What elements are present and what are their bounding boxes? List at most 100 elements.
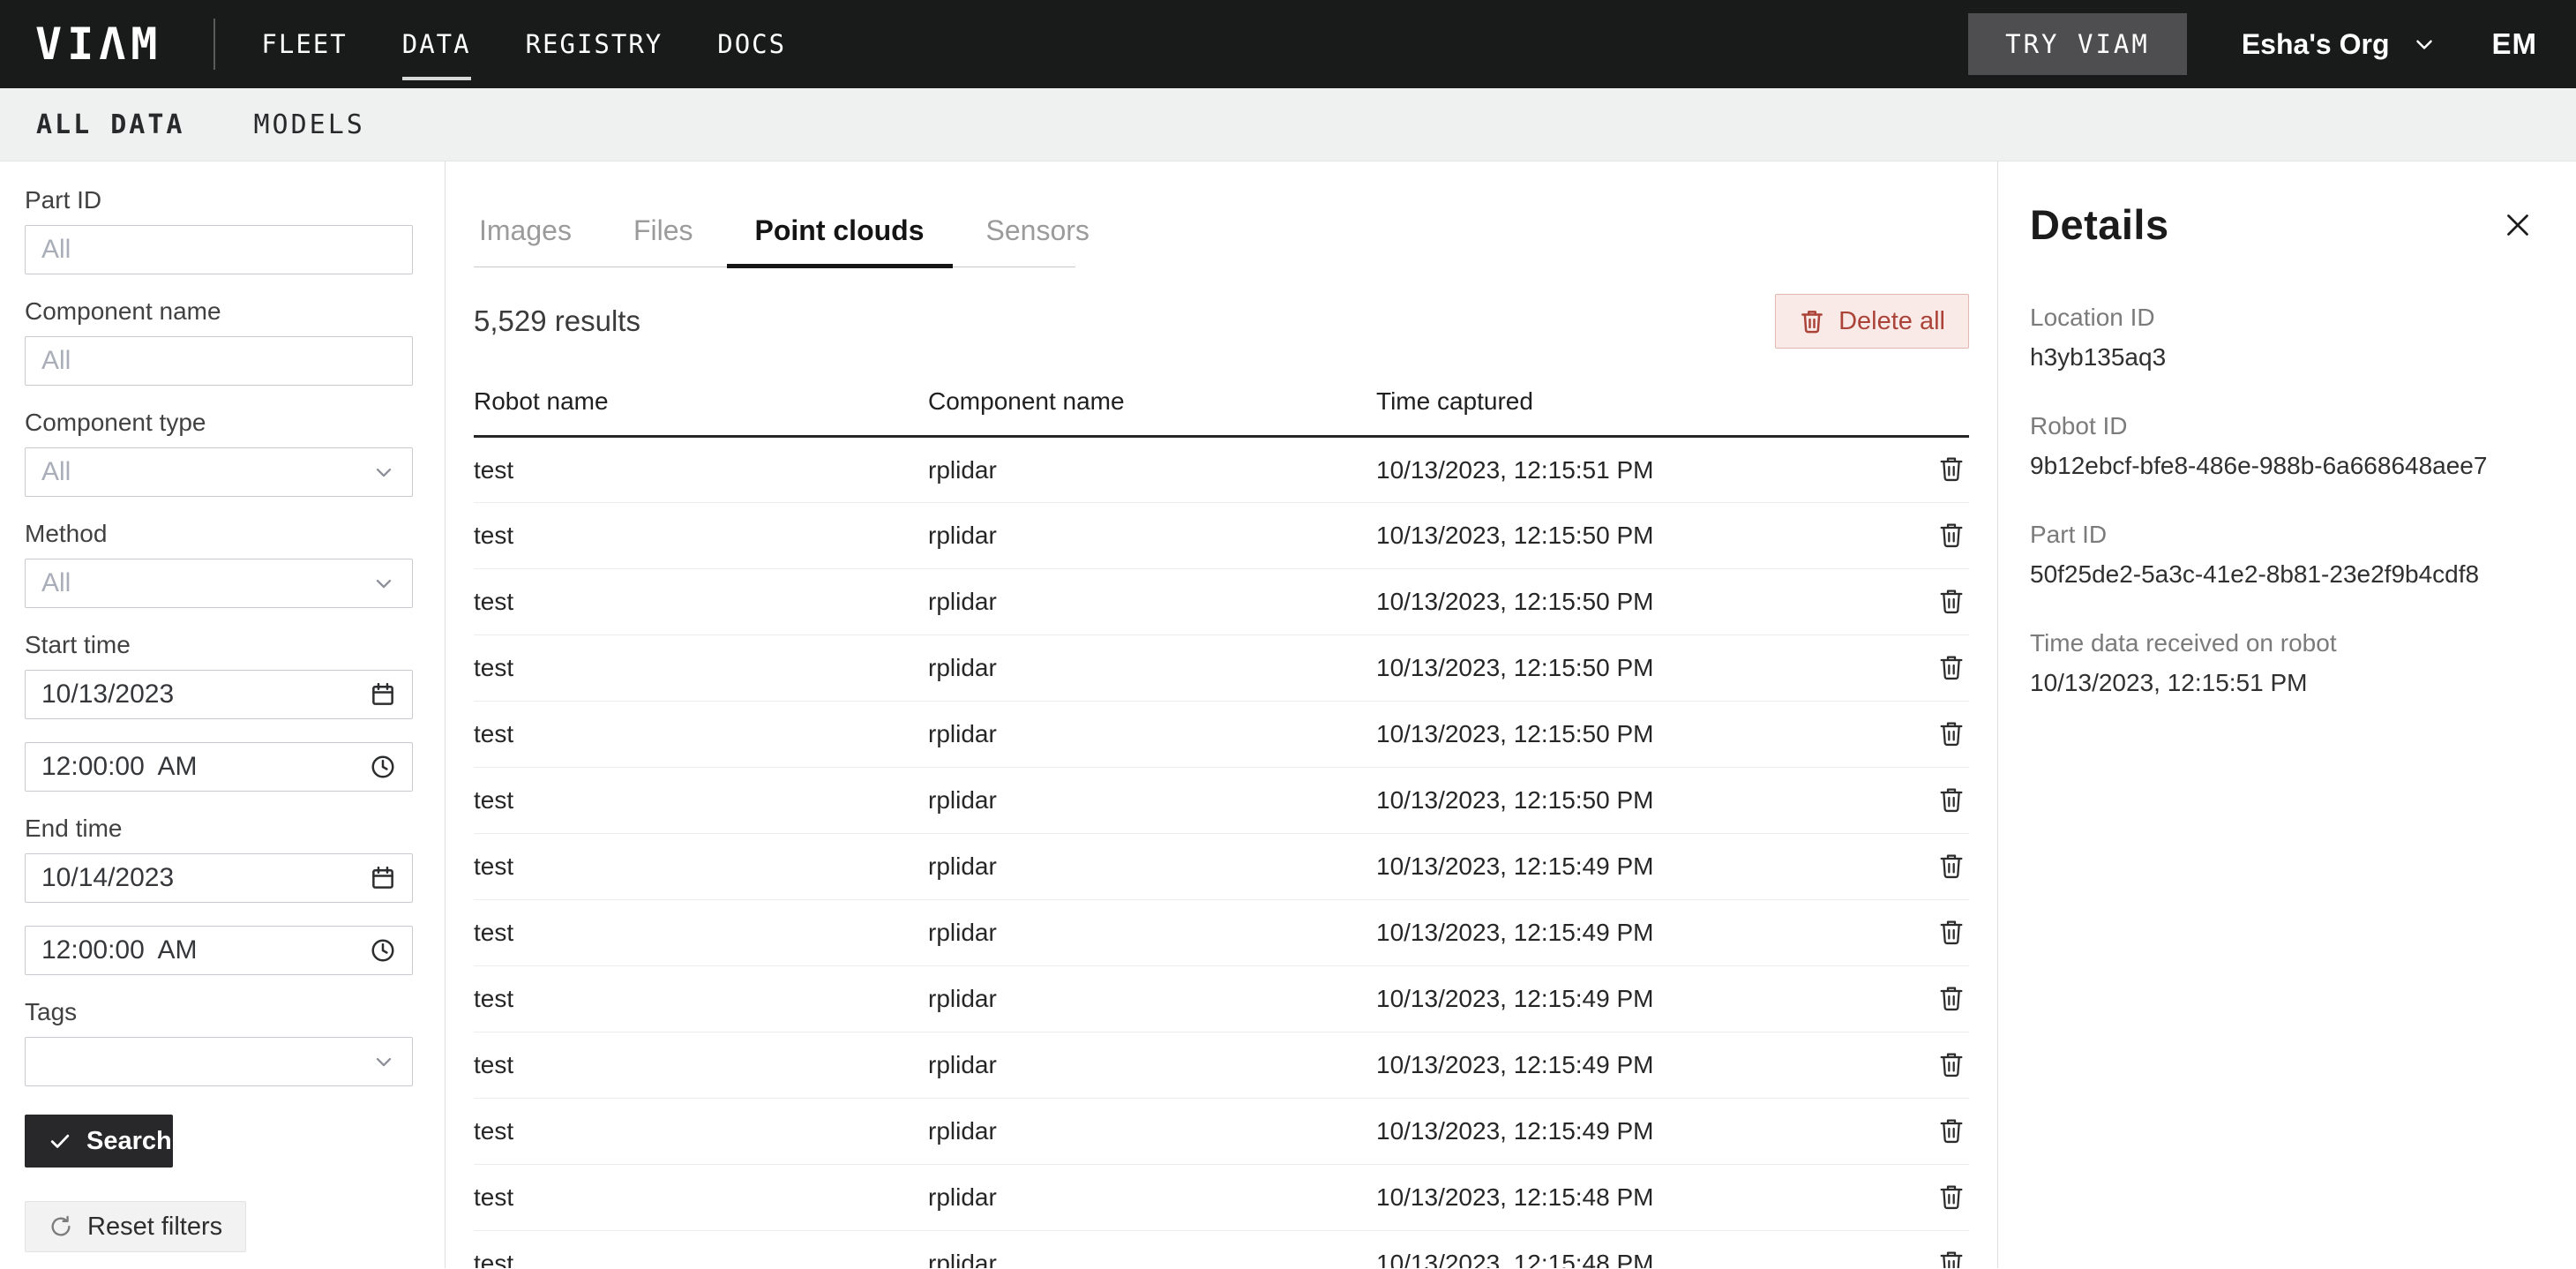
subnav-tab-all-data[interactable]: ALL DATA <box>36 109 185 140</box>
start-date-input[interactable]: 10/13/2023 <box>25 670 413 719</box>
details-title: Details <box>2030 200 2169 249</box>
details-panel: Details Location ID h3yb135aq3 Robot ID … <box>1997 161 2576 1268</box>
delete-row-button[interactable] <box>1934 516 1969 553</box>
robot-id-value: 9b12ebcf-bfe8-486e-988b-6a668648aee7 <box>2030 452 2539 480</box>
cell-time-captured: 10/13/2023, 12:15:48 PM <box>1376 1250 1653 1268</box>
tags-label: Tags <box>25 998 445 1026</box>
delete-row-button[interactable] <box>1934 450 1969 487</box>
nav-item-data[interactable]: DATA <box>401 20 473 68</box>
delete-row-button[interactable] <box>1934 649 1969 686</box>
column-header-actions <box>1870 387 1969 437</box>
delete-row-button[interactable] <box>1934 1112 1969 1149</box>
table-row[interactable]: test rplidar 10/13/2023, 12:15:50 PM <box>474 768 1969 834</box>
cell-robot-name: test <box>474 786 513 814</box>
table-row[interactable]: test rplidar 10/13/2023, 12:15:50 PM <box>474 635 1969 702</box>
part-id-input[interactable] <box>41 235 396 265</box>
cell-robot-name: test <box>474 588 513 615</box>
delete-row-button[interactable] <box>1934 913 1969 950</box>
tab-point-clouds[interactable]: Point clouds <box>752 200 928 267</box>
point-clouds-table: Robot name Component name Time captured … <box>474 387 1969 1268</box>
cell-component-name: rplidar <box>928 852 997 880</box>
component-name-field <box>25 336 413 386</box>
cell-component-name: rplidar <box>928 1250 997 1268</box>
trash-icon <box>1937 1115 1966 1145</box>
nav-item-fleet[interactable]: FLEET <box>259 20 348 68</box>
cell-robot-name: test <box>474 1250 513 1268</box>
cell-robot-name: test <box>474 1051 513 1078</box>
trash-icon <box>1937 652 1966 682</box>
cell-component-name: rplidar <box>928 522 997 549</box>
viam-logo[interactable]: VIΛM <box>35 19 162 70</box>
tab-sensors[interactable]: Sensors <box>983 200 1093 267</box>
cell-component-name: rplidar <box>928 919 997 946</box>
filters-sidebar: Part ID Component name Component type Al… <box>0 161 446 1268</box>
table-row[interactable]: test rplidar 10/13/2023, 12:15:50 PM <box>474 569 1969 635</box>
cell-robot-name: test <box>474 720 513 747</box>
delete-row-button[interactable] <box>1934 781 1969 818</box>
table-row[interactable]: test rplidar 10/13/2023, 12:15:49 PM <box>474 1032 1969 1099</box>
try-viam-button[interactable]: TRY VIAM <box>1968 13 2187 75</box>
tab-files[interactable]: Files <box>630 200 697 267</box>
delete-row-button[interactable] <box>1934 1178 1969 1215</box>
tags-select[interactable] <box>25 1037 413 1086</box>
trash-icon <box>1799 308 1825 334</box>
nav-item-registry[interactable]: REGISTRY <box>524 20 665 68</box>
column-header-component-name: Component name <box>928 387 1376 437</box>
delete-row-button[interactable] <box>1934 1244 1969 1269</box>
time-received-label: Time data received on robot <box>2030 629 2539 657</box>
end-date-input[interactable]: 10/14/2023 <box>25 853 413 903</box>
results-count: 5,529 results <box>474 304 640 338</box>
org-switcher[interactable]: Esha's Org <box>2242 28 2437 61</box>
table-row[interactable]: test rplidar 10/13/2023, 12:15:49 PM <box>474 966 1969 1032</box>
subnav-tab-models[interactable]: MODELS <box>254 109 365 140</box>
results-toolbar: 5,529 results Delete all <box>474 294 1969 349</box>
primary-nav: FLEET DATA REGISTRY DOCS <box>259 20 788 68</box>
delete-row-button[interactable] <box>1934 980 1969 1017</box>
table-row[interactable]: test rplidar 10/13/2023, 12:15:49 PM <box>474 834 1969 900</box>
cell-time-captured: 10/13/2023, 12:15:50 PM <box>1376 720 1653 747</box>
delete-all-button[interactable]: Delete all <box>1775 294 1969 349</box>
method-select[interactable]: All <box>25 559 413 608</box>
delete-row-button[interactable] <box>1934 847 1969 884</box>
delete-row-button[interactable] <box>1934 582 1969 619</box>
reset-filters-button[interactable]: Reset filters <box>25 1201 246 1252</box>
trash-icon <box>1937 454 1966 484</box>
cell-robot-name: test <box>474 985 513 1012</box>
part-id-detail-value: 50f25de2-5a3c-41e2-8b81-23e2f9b4cdf8 <box>2030 560 2539 589</box>
cell-component-name: rplidar <box>928 720 997 747</box>
user-avatar[interactable]: EM <box>2492 27 2538 61</box>
table-row[interactable]: test rplidar 10/13/2023, 12:15:49 PM <box>474 900 1969 966</box>
delete-row-button[interactable] <box>1934 715 1969 752</box>
cell-robot-name: test <box>474 522 513 549</box>
table-row[interactable]: test rplidar 10/13/2023, 12:15:50 PM <box>474 503 1969 569</box>
table-row[interactable]: test rplidar 10/13/2023, 12:15:48 PM <box>474 1231 1969 1269</box>
cell-component-name: rplidar <box>928 456 997 484</box>
component-name-label: Component name <box>25 297 445 326</box>
cell-robot-name: test <box>474 919 513 946</box>
nav-divider <box>213 19 215 70</box>
start-time-input[interactable]: 12:00:00 AM <box>25 742 413 792</box>
column-header-time-captured: Time captured <box>1376 387 1870 437</box>
component-name-input[interactable] <box>41 346 396 376</box>
component-type-select[interactable]: All <box>25 447 413 497</box>
search-button-label: Search <box>86 1127 172 1156</box>
delete-row-button[interactable] <box>1934 1046 1969 1083</box>
search-button[interactable]: Search <box>25 1115 173 1168</box>
delete-all-label: Delete all <box>1838 307 1945 336</box>
cell-time-captured: 10/13/2023, 12:15:49 PM <box>1376 985 1653 1012</box>
end-time-input[interactable]: 12:00:00 AM <box>25 926 413 975</box>
cell-component-name: rplidar <box>928 588 997 615</box>
table-row[interactable]: test rplidar 10/13/2023, 12:15:49 PM <box>474 1099 1969 1165</box>
nav-item-docs[interactable]: DOCS <box>715 20 788 68</box>
table-row[interactable]: test rplidar 10/13/2023, 12:15:51 PM <box>474 437 1969 503</box>
trash-icon <box>1937 983 1966 1013</box>
close-details-button[interactable] <box>2497 204 2539 246</box>
cell-robot-name: test <box>474 852 513 880</box>
chevron-down-icon <box>2411 31 2437 57</box>
tab-images[interactable]: Images <box>476 200 575 267</box>
table-row[interactable]: test rplidar 10/13/2023, 12:15:50 PM <box>474 702 1969 768</box>
trash-icon <box>1937 917 1966 947</box>
location-id-label: Location ID <box>2030 304 2539 332</box>
cell-time-captured: 10/13/2023, 12:15:50 PM <box>1376 588 1653 615</box>
table-row[interactable]: test rplidar 10/13/2023, 12:15:48 PM <box>474 1165 1969 1231</box>
